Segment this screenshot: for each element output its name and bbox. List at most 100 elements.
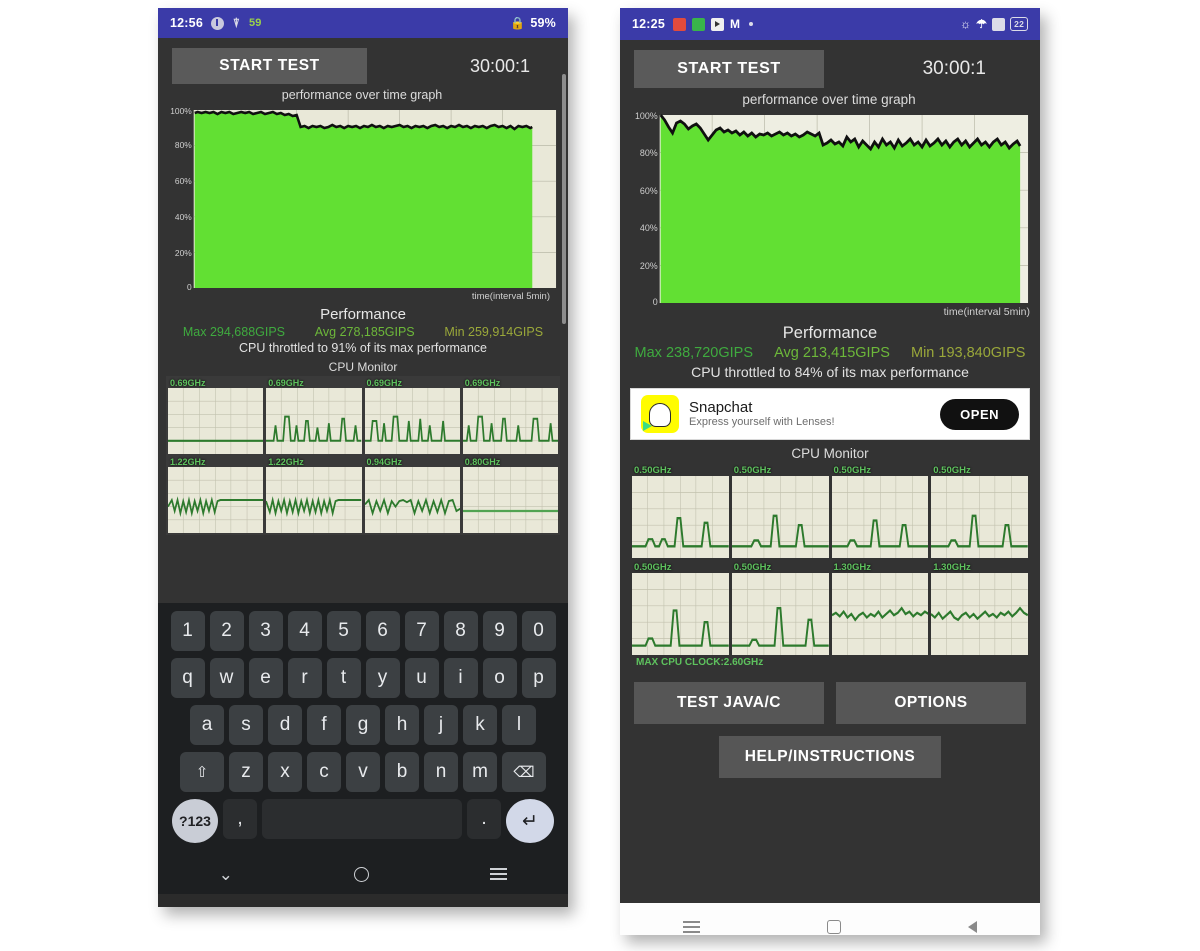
throttle-message: CPU throttled to 84% of its max performa… [691, 364, 969, 380]
svg-text:40%: 40% [175, 212, 192, 222]
key-2[interactable]: 2 [209, 611, 244, 651]
key-i[interactable]: i [443, 658, 478, 698]
key-o[interactable]: o [482, 658, 517, 698]
ad-open-button[interactable]: OPEN [940, 398, 1019, 430]
performance-heading: Performance [320, 306, 406, 323]
key-9[interactable]: 9 [482, 611, 517, 651]
start-test-button[interactable]: START TEST [634, 50, 824, 88]
key-a[interactable]: a [190, 705, 224, 745]
test-java-c-button[interactable]: TEST JAVA/C [634, 682, 824, 724]
key-7[interactable]: 7 [404, 611, 439, 651]
svg-text:0: 0 [653, 297, 658, 307]
action-button-row: TEST JAVA/C OPTIONS [620, 670, 1040, 724]
key-t[interactable]: t [326, 658, 361, 698]
performance-heading: Performance [782, 324, 878, 342]
cpu-core-frequency: 0.50GHz [634, 465, 672, 476]
space-key[interactable] [262, 799, 462, 839]
phone-screenshot-right: 12:25 M ☼ ☂ 22 START TEST 30:00:1 perfor… [620, 8, 1040, 935]
cpu-core-cell: 0.50GHz [831, 465, 929, 558]
cpu-core-plot [364, 467, 460, 533]
key-u[interactable]: u [404, 658, 439, 698]
cpu-core-plot [266, 388, 362, 454]
performance-graph: performance over time graph 100% 80% 60%… [620, 92, 1040, 318]
key-s[interactable]: s [229, 705, 263, 745]
key-l[interactable]: l [502, 705, 536, 745]
options-button[interactable]: OPTIONS [836, 682, 1026, 724]
toolbar: START TEST 30:00:1 [158, 38, 568, 88]
key-3[interactable]: 3 [248, 611, 283, 651]
vibrate-icon: ☼ [959, 17, 972, 31]
gmail-icon: M [729, 16, 741, 31]
cpu-core-cell: 0.50GHz [931, 465, 1028, 558]
scrollbar[interactable] [562, 74, 566, 324]
throttle-message: CPU throttled to 91% of its max performa… [238, 341, 488, 355]
key-m[interactable]: m [463, 752, 497, 792]
cpu-core-frequency: 0.50GHz [733, 562, 772, 573]
key-b[interactable]: b [385, 752, 419, 792]
cpu-core-cell: 0.69GHz [266, 378, 362, 454]
key-5[interactable]: 5 [326, 611, 361, 651]
svg-text:80%: 80% [640, 148, 658, 158]
key-4[interactable]: 4 [287, 611, 322, 651]
key-n[interactable]: n [424, 752, 458, 792]
key-6[interactable]: 6 [365, 611, 400, 651]
help-button-row: HELP/INSTRUCTIONS [620, 724, 1040, 778]
key-0[interactable]: 0 [521, 611, 556, 651]
battery-level-text: 22 [1010, 17, 1028, 31]
keyboard-row-space: ?123 , . ↵ [162, 799, 564, 843]
key-q[interactable]: q [170, 658, 205, 698]
cpu-core-plot [632, 573, 729, 655]
graph-title: performance over time graph [281, 88, 443, 102]
key-h[interactable]: h [385, 705, 419, 745]
key-c[interactable]: c [307, 752, 341, 792]
home-square-icon[interactable] [826, 920, 841, 934]
key-8[interactable]: 8 [443, 611, 478, 651]
keyboard-row-qwerty: q w e r t y u i o p [162, 658, 564, 698]
key-p[interactable]: p [521, 658, 556, 698]
start-test-button[interactable]: START TEST [172, 48, 367, 84]
key-f[interactable]: f [307, 705, 341, 745]
home-circle-icon[interactable] [354, 866, 370, 882]
cpu-core-frequency: 0.69GHz [268, 378, 304, 388]
cpu-core-cell: 0.69GHz [168, 378, 264, 454]
comma-key[interactable]: , [223, 799, 257, 839]
backspace-key[interactable]: ⌫ [502, 752, 546, 792]
shift-key[interactable]: ⇧ [180, 752, 224, 792]
shuffle-icon: ⍒ [232, 15, 241, 30]
cpu-monitor-title: CPU Monitor [791, 446, 869, 461]
cpu-core-plot [266, 467, 362, 533]
svg-text:100%: 100% [170, 106, 192, 116]
key-1[interactable]: 1 [170, 611, 205, 651]
key-z[interactable]: z [229, 752, 263, 792]
cpu-core-cell: 0.69GHz [364, 378, 460, 454]
help-instructions-button[interactable]: HELP/INSTRUCTIONS [718, 736, 942, 778]
enter-key[interactable]: ↵ [506, 799, 554, 843]
recents-icon[interactable] [490, 868, 508, 880]
key-w[interactable]: w [209, 658, 244, 698]
status-bar: 12:25 M ☼ ☂ 22 [620, 8, 1040, 40]
period-key[interactable]: . [467, 799, 501, 839]
key-d[interactable]: d [268, 705, 302, 745]
back-triangle-icon[interactable] [967, 921, 977, 933]
performance-graph: performance over time graph 100% 80% 60%… [158, 88, 568, 302]
key-e[interactable]: e [248, 658, 283, 698]
youtube-icon [710, 17, 724, 31]
cpu-core-frequency: 0.80GHz [464, 457, 501, 467]
cpu-core-cell: 0.50GHz [632, 465, 729, 558]
ghost-shape [649, 402, 671, 427]
ad-banner[interactable]: Snapchat Express yourself with Lenses! O… [630, 388, 1030, 440]
performance-max: Max 238,720GIPS [634, 345, 754, 361]
key-v[interactable]: v [346, 752, 380, 792]
key-j[interactable]: j [424, 705, 458, 745]
cpu-core-plot [168, 467, 264, 533]
key-g[interactable]: g [346, 705, 380, 745]
symbols-key[interactable]: ?123 [172, 799, 218, 843]
ad-text-block: Snapchat Express yourself with Lenses! [689, 399, 930, 430]
key-x[interactable]: x [268, 752, 302, 792]
cpu-core-cell: 0.50GHz [731, 562, 829, 655]
chevron-down-icon[interactable]: ⌄ [219, 866, 233, 883]
key-r[interactable]: r [287, 658, 322, 698]
recents-icon[interactable] [683, 921, 701, 933]
key-k[interactable]: k [463, 705, 497, 745]
key-y[interactable]: y [365, 658, 400, 698]
